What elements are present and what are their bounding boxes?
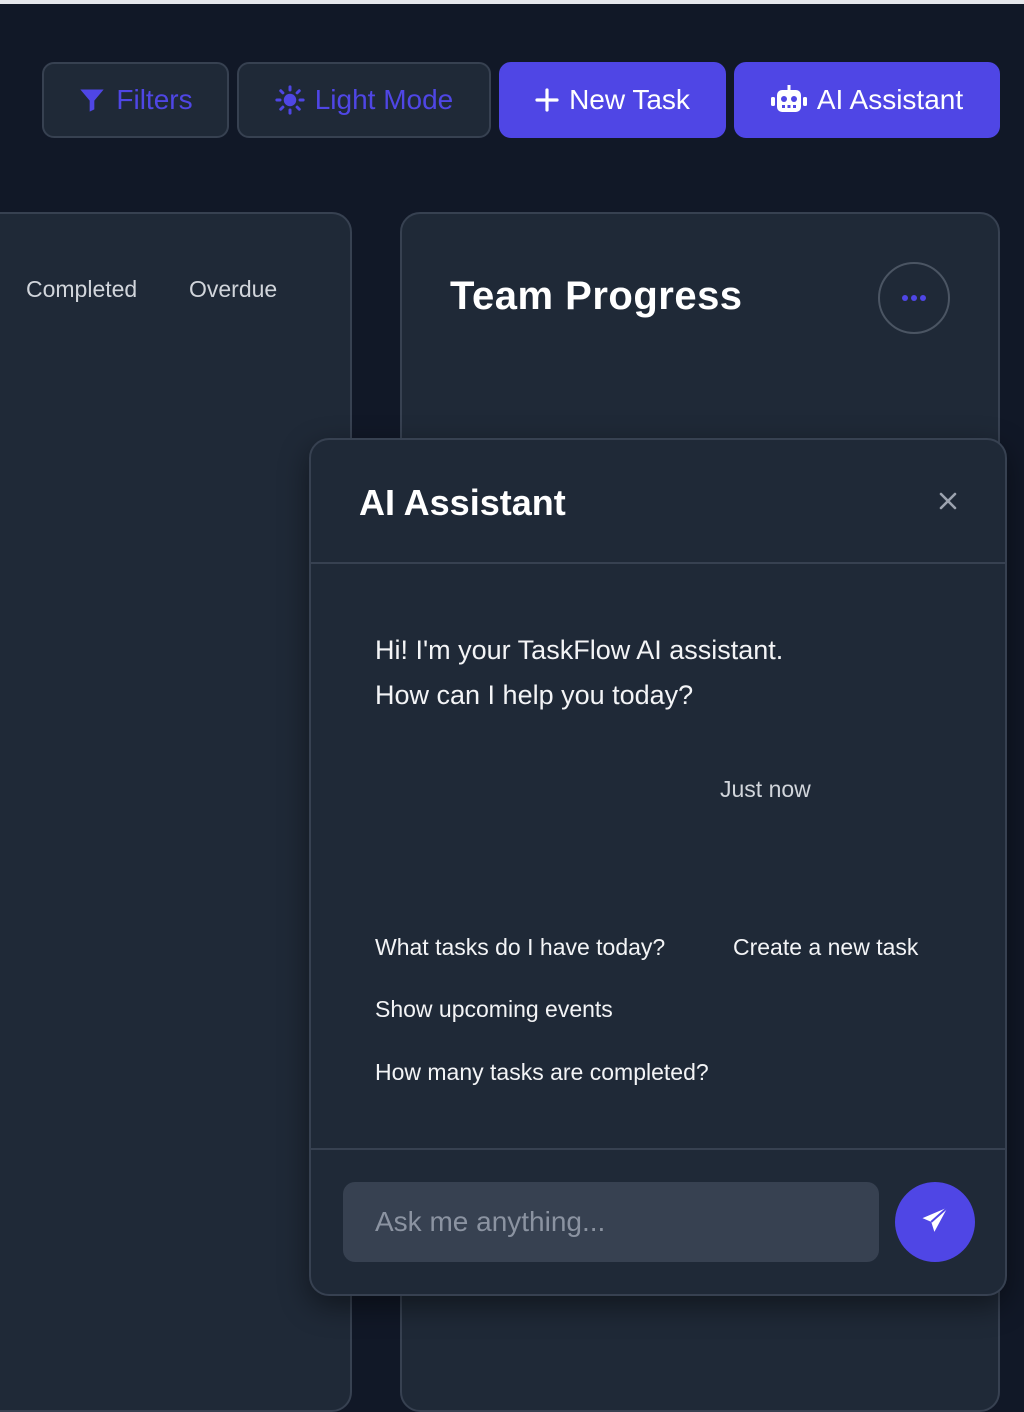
top-border-line: [0, 0, 1024, 4]
legend-overdue[interactable]: Overdue: [189, 276, 277, 303]
suggestion-create-task[interactable]: Create a new task: [733, 934, 918, 961]
plus-icon: [535, 88, 559, 112]
new-task-button[interactable]: New Task: [499, 62, 726, 138]
assistant-message: Hi! I'm your TaskFlow AI assistant. How …: [375, 635, 784, 710]
light-mode-button[interactable]: Light Mode: [237, 62, 491, 138]
new-task-label: New Task: [569, 84, 690, 115]
ai-panel-title: AI Assistant: [359, 482, 566, 523]
ask-input[interactable]: [343, 1182, 879, 1262]
more-dots-icon: [901, 289, 927, 307]
message-timestamp: Just now: [720, 776, 811, 802]
suggestion-completed-count[interactable]: How many tasks are completed?: [375, 1059, 709, 1086]
filter-icon: [78, 86, 106, 114]
ai-assistant-button[interactable]: AI Assistant: [734, 62, 1000, 138]
legend-completed[interactable]: Completed: [26, 276, 137, 303]
status-chart-card: [0, 212, 352, 1412]
filters-button[interactable]: Filters: [42, 62, 229, 138]
ai-assistant-label: AI Assistant: [816, 84, 964, 115]
ai-assistant-panel: AI Assistant Hi! I'm your TaskFlow AI as…: [309, 438, 1007, 1296]
ai-panel-divider: [311, 1148, 1005, 1150]
filters-label: Filters: [116, 84, 193, 115]
team-progress-title: Team Progress: [450, 274, 743, 318]
suggestion-upcoming-events[interactable]: Show upcoming events: [375, 996, 613, 1023]
close-button[interactable]: [933, 488, 963, 518]
send-button[interactable]: [895, 1182, 975, 1262]
light-mode-label: Light Mode: [314, 84, 454, 115]
team-progress-menu-button[interactable]: [878, 262, 950, 334]
sun-icon: [275, 85, 305, 115]
robot-icon: [770, 85, 807, 115]
ai-panel-header: AI Assistant: [311, 440, 1005, 564]
suggestion-tasks-today[interactable]: What tasks do I have today?: [375, 934, 665, 961]
paper-plane-icon: [920, 1205, 950, 1240]
close-icon: [938, 491, 958, 516]
